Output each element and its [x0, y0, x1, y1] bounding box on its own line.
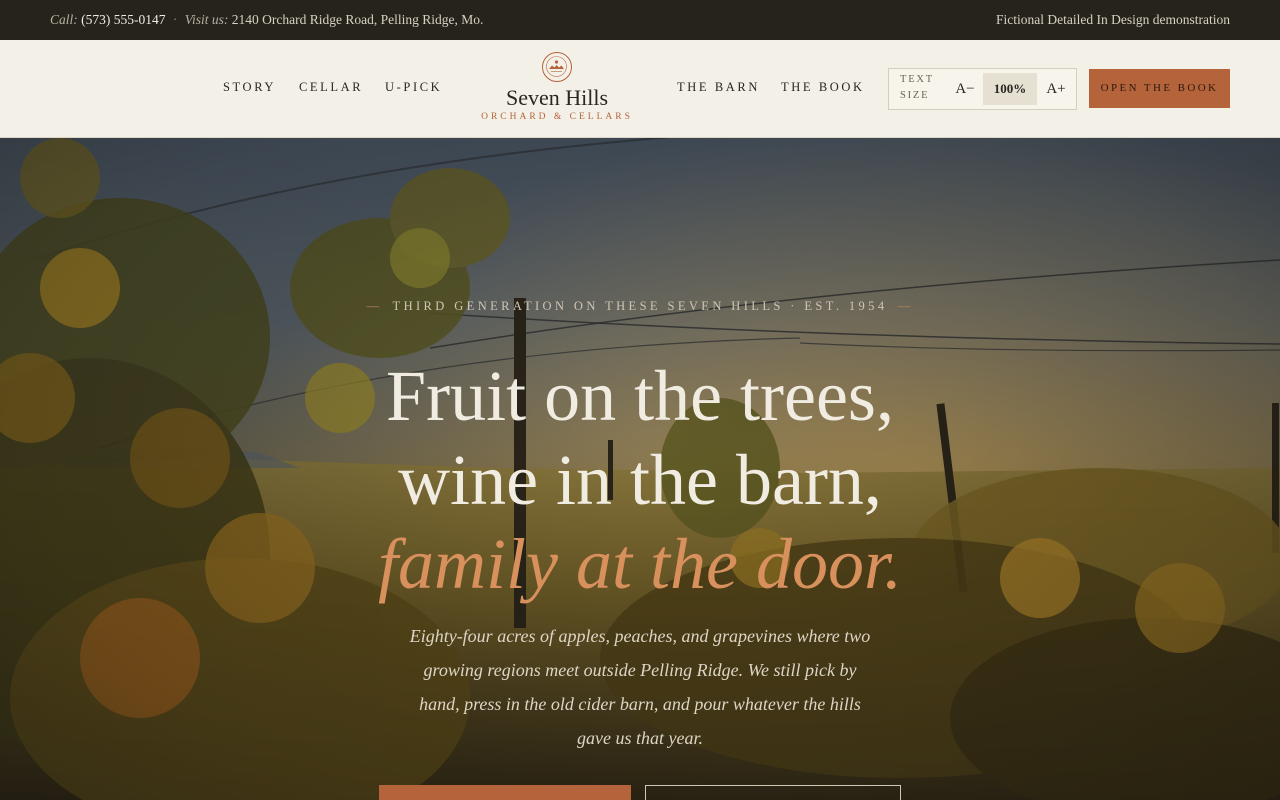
separator-dot: ·	[172, 12, 178, 27]
hero-lede: Eighty-four acres of apples, peaches, an…	[409, 626, 871, 748]
nav-story[interactable]: Story	[223, 80, 276, 95]
hero-secondary-button[interactable]	[645, 785, 901, 800]
hero-headline-line-1: Fruit on the trees,	[386, 356, 894, 436]
top-info-bar: Call: (573) 555-0147 · Visit us: 2140 Or…	[0, 0, 1280, 40]
call-label: Call:	[50, 12, 78, 27]
contact-info: Call: (573) 555-0147 · Visit us: 2140 Or…	[50, 12, 483, 28]
phone-link[interactable]: (573) 555-0147	[81, 12, 165, 27]
hero-primary-button[interactable]	[379, 785, 631, 800]
text-size-value: 100%	[983, 73, 1037, 105]
nav-the-book[interactable]: The Book	[781, 80, 865, 95]
increase-text-button[interactable]: A+	[1039, 73, 1073, 105]
address-link[interactable]: 2140 Orchard Ridge Road, Pelling Ridge, …	[232, 12, 484, 27]
text-size-label: Text size	[900, 74, 934, 101]
decrease-text-button[interactable]: A−	[949, 73, 981, 105]
eyebrow-dash: —	[897, 299, 914, 313]
hero-headline-line-2: wine in the barn,	[398, 440, 882, 520]
nav-the-barn[interactable]: The Barn	[677, 80, 760, 95]
logo-tagline: Orchard & Cellars	[481, 112, 633, 122]
site-header: Story Cellar U-Pick Seven Hills Orchard …	[0, 40, 1280, 138]
text-size-control: Text size A− 100% A+	[888, 68, 1077, 110]
open-the-book-button[interactable]: Open the Book	[1089, 69, 1230, 108]
nav-cellar[interactable]: Cellar	[299, 80, 363, 95]
visit-label: Visit us:	[184, 12, 229, 27]
demo-note: Fictional Detailed In Design demonstrati…	[996, 12, 1230, 27]
hero-eyebrow: — Third generation on these seven hills ·…	[0, 299, 1280, 314]
hero-section: — Third generation on these seven hills ·…	[0, 138, 1280, 800]
eyebrow-dash: —	[366, 299, 383, 313]
eyebrow-text: Third generation on these seven hills · …	[392, 299, 888, 313]
site-logo[interactable]: Seven Hills Orchard & Cellars	[470, 52, 644, 122]
logo-name: Seven Hills	[505, 85, 609, 110]
hills-emblem-icon	[542, 52, 572, 82]
nav-u-pick[interactable]: U-Pick	[385, 80, 442, 95]
hero-headline-line-3: family at the door.	[378, 524, 902, 604]
